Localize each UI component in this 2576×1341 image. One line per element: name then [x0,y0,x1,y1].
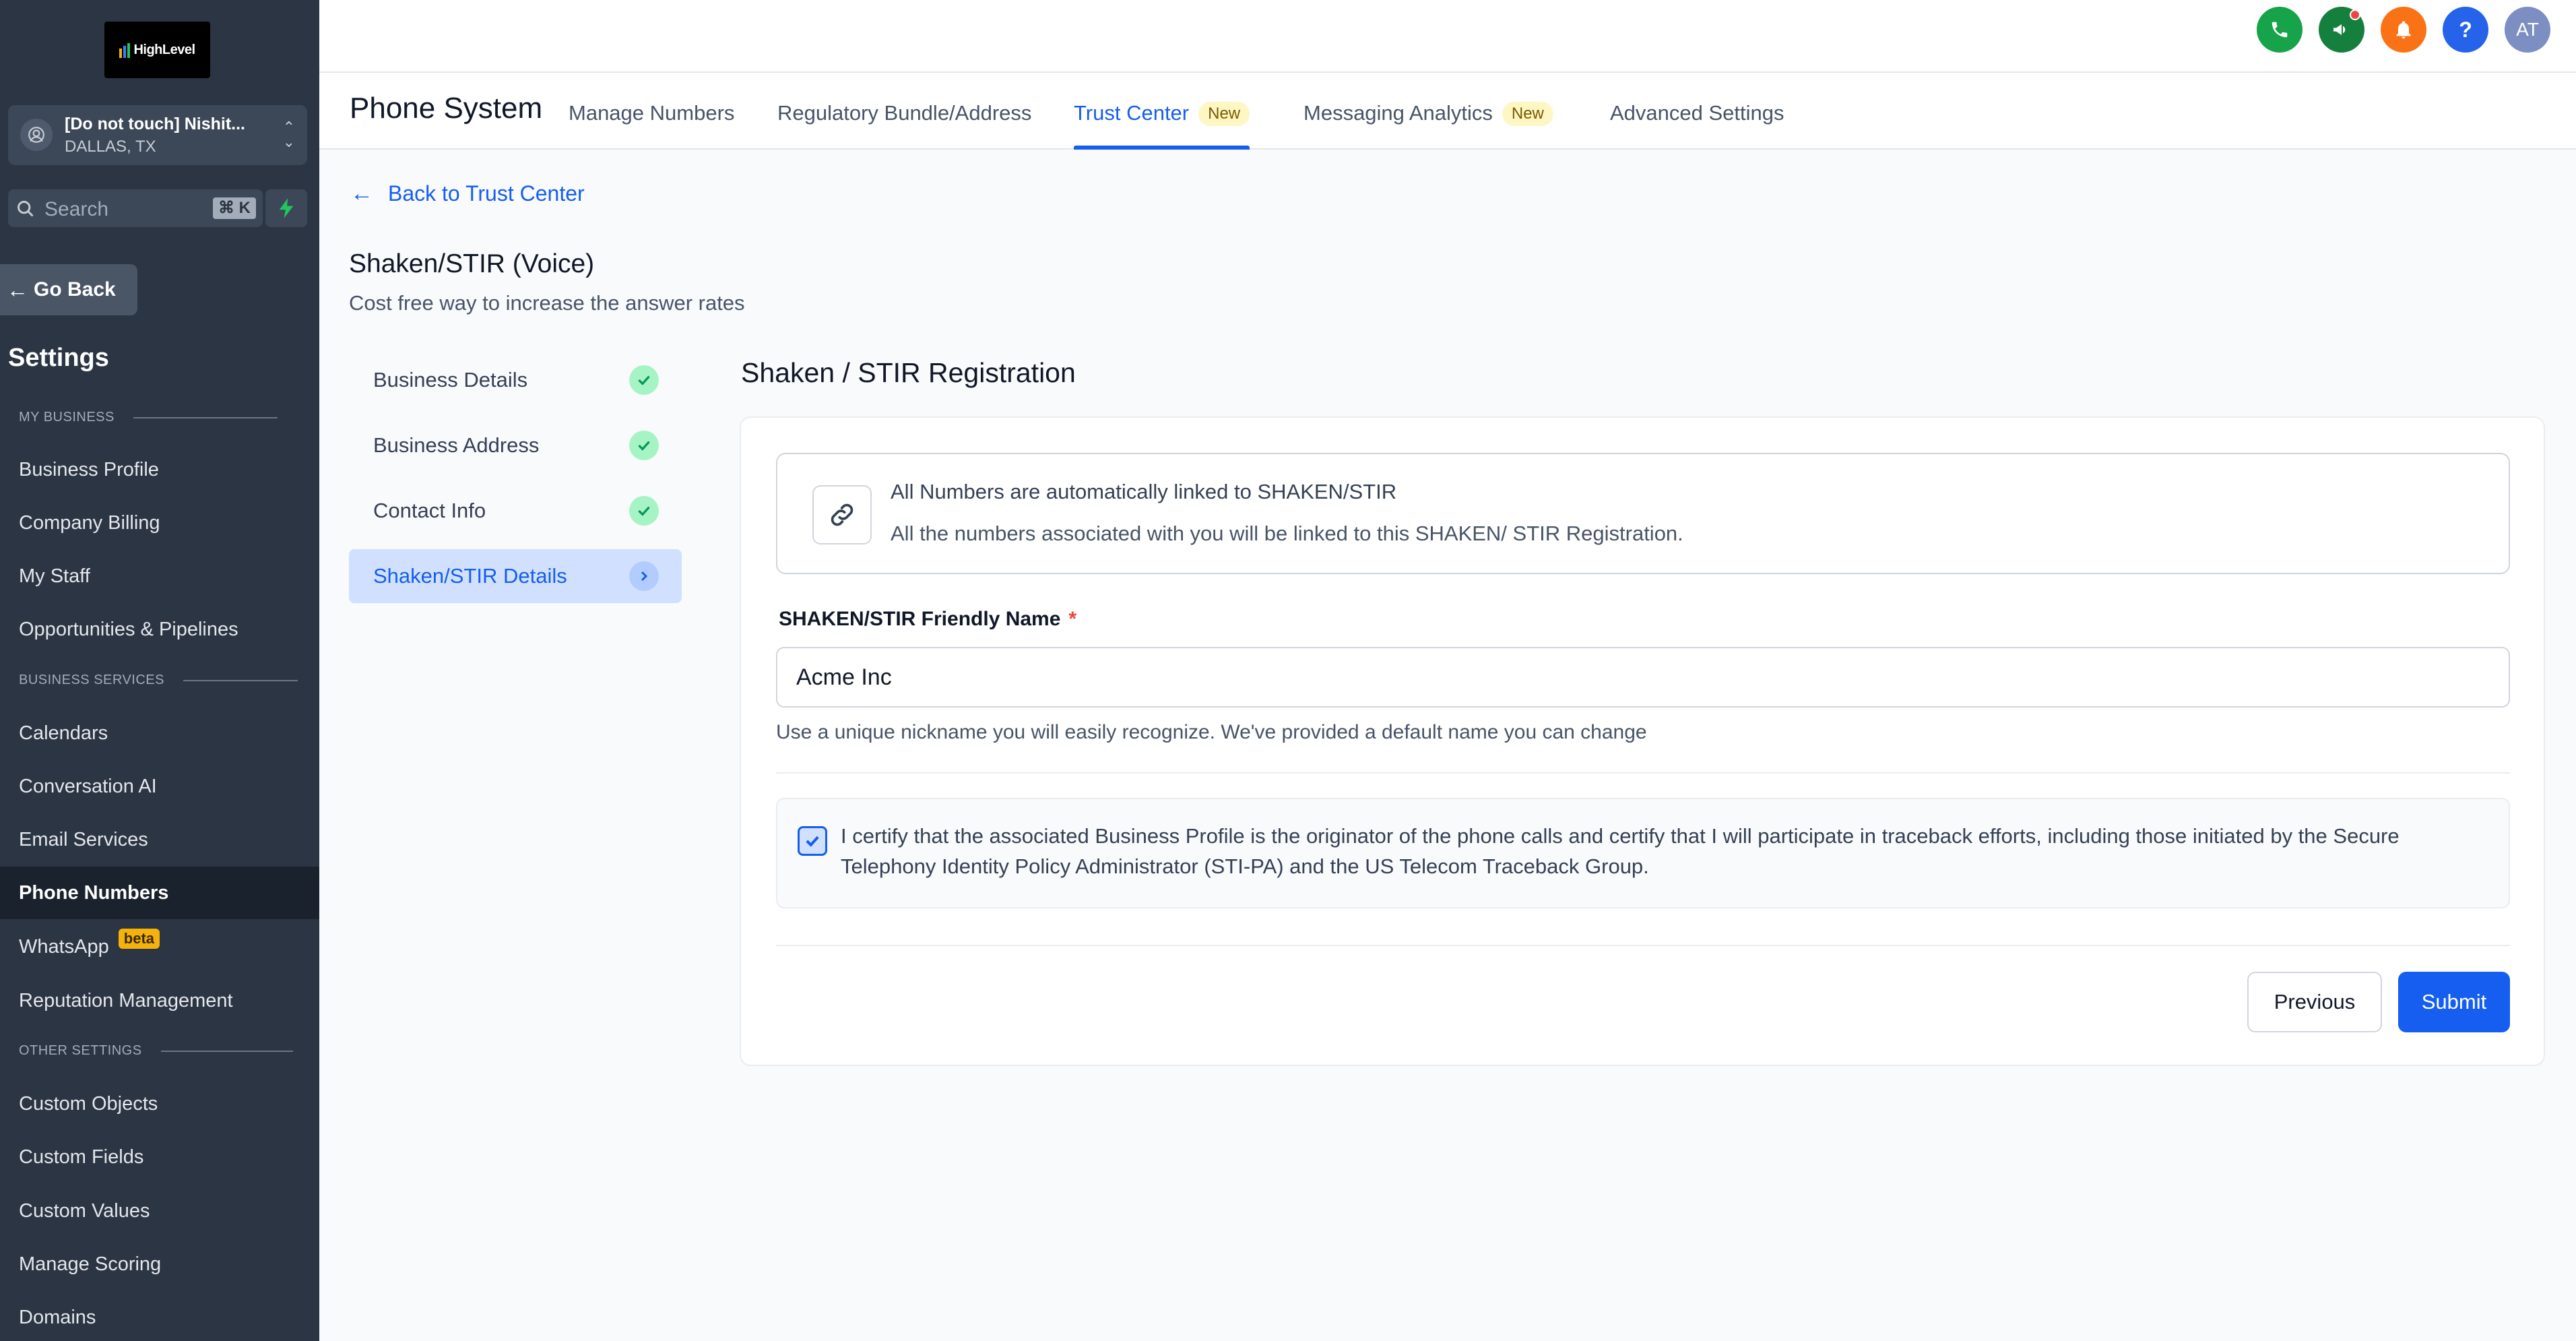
section-header-business-services: BUSINESS SERVICES [19,673,298,688]
section-subheading: Cost free way to increase the answer rat… [349,291,745,315]
sidebar-item-domains[interactable]: Domains [0,1291,319,1341]
tab-trust-center[interactable]: Trust Center New [1074,101,1250,150]
required-indicator: * [1068,608,1077,630]
check-circle-icon [629,365,659,395]
arrow-left-icon: ← [350,181,373,206]
sidebar-item-manage-scoring[interactable]: Manage Scoring [0,1238,319,1290]
sidebar-item-reputation-management[interactable]: Reputation Management [0,974,319,1027]
friendly-name-input[interactable] [776,647,2510,708]
avatar[interactable]: AT [2505,7,2550,53]
location-icon [20,119,53,151]
active-tab-indicator [1074,146,1250,150]
tab-advanced-settings[interactable]: Advanced Settings [1610,101,1784,150]
divider [776,772,2510,774]
phone-icon[interactable] [2257,7,2303,53]
section-header-my-business: MY BUSINESS [19,410,278,425]
beta-badge: beta [118,929,160,949]
chevron-right-icon [629,561,659,591]
step-business-address[interactable]: Business Address [349,418,682,472]
info-description: All the numbers associated with you will… [891,522,1683,545]
search-input[interactable]: Search ⌘ K [8,189,263,227]
info-title: All Numbers are automatically linked to … [891,480,1397,503]
tab-regulatory-bundle[interactable]: Regulatory Bundle/Address [777,101,1031,150]
help-icon[interactable]: ? [2443,7,2488,53]
sidebar-item-email-services[interactable]: Email Services [0,813,319,866]
link-icon [812,485,872,544]
quick-actions-button[interactable] [265,189,307,227]
lightning-icon [279,198,294,218]
submit-button[interactable]: Submit [2398,972,2510,1032]
certify-text: I certify that the associated Business P… [841,824,2400,878]
back-to-trust-center-link[interactable]: ← Back to Trust Center [350,181,585,207]
search-placeholder: Search [44,198,109,220]
certification-box: I certify that the associated Business P… [776,798,2510,908]
friendly-name-label: SHAKEN/STIR Friendly Name * [779,608,1077,630]
search-icon [18,201,34,217]
previous-button[interactable]: Previous [2247,972,2382,1032]
step-contact-info[interactable]: Contact Info [349,484,682,538]
megaphone-icon[interactable] [2319,7,2364,53]
friendly-name-help: Use a unique nickname you will easily re… [776,721,1647,743]
arrow-left-icon: ← [7,277,28,302]
tab-manage-numbers[interactable]: Manage Numbers [569,101,734,150]
go-back-button[interactable]: ← Go Back [0,264,137,315]
section-heading: Shaken/STIR (Voice) [349,249,595,278]
bell-icon[interactable] [2381,7,2426,53]
top-header: ? AT [319,0,2576,73]
new-badge: New [1502,102,1553,126]
chevron-up-down-icon: ⌃ ⌄ [282,119,295,150]
step-business-details[interactable]: Business Details [349,353,682,407]
location-city: DALLAS, TX [65,137,156,156]
checkmark-icon [806,836,819,847]
sidebar-item-custom-values[interactable]: Custom Values [0,1185,319,1237]
check-circle-icon [629,496,659,526]
phone-system-tabbar: Phone System Manage Numbers Regulatory B… [319,73,2576,150]
section-header-other-settings: OTHER SETTINGS [19,1043,293,1059]
location-switcher[interactable]: [Do not touch] Nishit... DALLAS, TX ⌃ ⌄ [8,105,307,165]
certify-checkbox[interactable] [798,826,827,856]
location-name: [Do not touch] Nishit... [65,115,246,133]
sidebar-item-custom-fields[interactable]: Custom Fields [0,1131,319,1183]
page-title: Phone System [350,92,543,125]
sidebar-item-company-billing[interactable]: Company Billing [0,497,319,549]
settings-title: Settings [8,344,109,372]
sidebar-item-phone-numbers[interactable]: Phone Numbers [0,867,319,919]
form-title: Shaken / STIR Registration [741,357,1076,388]
company-logo[interactable]: HighLevel [104,22,210,78]
registration-card: All Numbers are automatically linked to … [740,416,2545,1066]
sidebar-item-opportunities-pipelines[interactable]: Opportunities & Pipelines [0,603,319,656]
notification-dot [2350,9,2360,20]
sidebar-item-whatsapp[interactable]: WhatsApp beta [0,921,319,973]
sidebar: HighLevel [Do not touch] Nishit... DALLA… [0,0,319,1341]
sidebar-item-my-staff[interactable]: My Staff [0,550,319,602]
sidebar-item-business-profile[interactable]: Business Profile [0,443,319,496]
logo-text: HighLevel [133,42,195,57]
step-shaken-stir-details[interactable]: Shaken/STIR Details [349,549,682,603]
sidebar-item-calendars[interactable]: Calendars [0,707,319,759]
new-badge: New [1198,102,1250,126]
sidebar-item-conversation-ai[interactable]: Conversation AI [0,760,319,813]
logo-bars-icon [119,42,131,58]
check-circle-icon [629,431,659,460]
sidebar-item-custom-objects[interactable]: Custom Objects [0,1078,319,1130]
info-banner: All Numbers are automatically linked to … [776,453,2510,574]
divider [776,945,2510,946]
go-back-label: Go Back [34,278,116,301]
tab-messaging-analytics[interactable]: Messaging Analytics New [1303,101,1553,150]
search-shortcut: ⌘ K [213,197,256,219]
